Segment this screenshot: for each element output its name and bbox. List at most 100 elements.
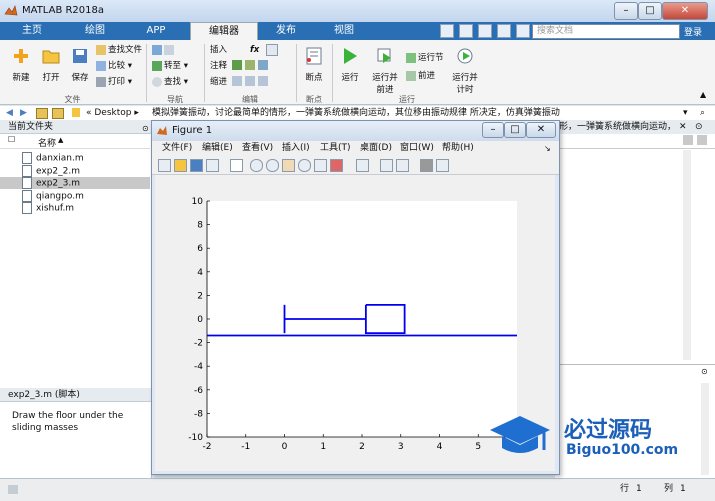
- command-options-icon[interactable]: ⊙: [701, 367, 708, 376]
- run-button[interactable]: 运行: [336, 46, 364, 83]
- link-plot-icon[interactable]: [356, 159, 369, 172]
- m-file-icon: [22, 202, 32, 214]
- menu-edit[interactable]: 编辑(E): [202, 141, 233, 156]
- new-figure-icon[interactable]: [158, 159, 171, 172]
- maximize-button[interactable]: □: [638, 2, 662, 20]
- function-icon[interactable]: [266, 44, 278, 56]
- file-row[interactable]: exp2_2.m: [0, 164, 150, 177]
- up-folder-icon[interactable]: [36, 108, 48, 119]
- save-figure-icon[interactable]: [190, 159, 203, 172]
- details-header: exp2_3.m (脚本): [0, 388, 151, 402]
- advance-button[interactable]: 前进: [406, 70, 435, 83]
- fx-button[interactable]: fx: [250, 44, 259, 57]
- paste-icon[interactable]: [496, 24, 511, 38]
- run-and-time-button[interactable]: 运行并 计时: [448, 46, 482, 95]
- figure-maximize-button[interactable]: □: [504, 122, 526, 138]
- editor-close-icon[interactable]: ✕: [679, 120, 687, 134]
- zoom-out-icon[interactable]: [266, 159, 279, 172]
- collapse-ribbon-icon[interactable]: ▲: [700, 90, 706, 99]
- colorbar-icon[interactable]: [380, 159, 393, 172]
- path-search-icon[interactable]: ⌕: [700, 106, 705, 120]
- menu-file[interactable]: 文件(F): [162, 141, 192, 156]
- decrease-indent-icon: [257, 76, 268, 86]
- figure-close-button[interactable]: ✕: [526, 122, 556, 138]
- y-tick-label: 4: [197, 268, 203, 278]
- path-dropdown-icon[interactable]: ▾: [683, 106, 688, 120]
- print-button[interactable]: 打印 ▾: [96, 76, 132, 89]
- menu-tools[interactable]: 工具(T): [320, 141, 351, 156]
- data-cursor-icon[interactable]: [314, 159, 327, 172]
- brush-icon[interactable]: [330, 159, 343, 172]
- search-input[interactable]: 搜索文档: [532, 24, 680, 39]
- find-button[interactable]: 查找 ▾: [152, 76, 188, 89]
- open-file-icon[interactable]: [174, 159, 187, 172]
- breakpoints-button[interactable]: 断点: [300, 46, 328, 83]
- back-arrow-icon[interactable]: ◀: [6, 106, 13, 120]
- menu-help[interactable]: 帮助(H): [442, 141, 474, 156]
- split-icon[interactable]: [697, 135, 707, 145]
- tab-editor[interactable]: 编辑器: [190, 22, 258, 41]
- file-row[interactable]: danxian.m: [0, 152, 150, 164]
- path-desktop[interactable]: « Desktop ▸: [86, 106, 139, 120]
- split-icon[interactable]: [683, 135, 693, 145]
- minimize-button[interactable]: –: [614, 2, 638, 20]
- name-column-header[interactable]: ☐ 名称 ▲: [0, 135, 150, 149]
- indent-tools[interactable]: [232, 76, 276, 86]
- show-tools-icon[interactable]: [436, 159, 449, 172]
- editor-ruler: [555, 134, 715, 149]
- hide-tools-icon[interactable]: [420, 159, 433, 172]
- y-tick-label: 10: [192, 197, 204, 207]
- file-row[interactable]: qiangpo.m: [0, 189, 150, 202]
- close-button[interactable]: ✕: [662, 2, 708, 20]
- pan-icon[interactable]: [282, 159, 295, 172]
- dock-icon[interactable]: ↘: [544, 141, 551, 156]
- print-figure-icon[interactable]: [206, 159, 219, 172]
- undo-icon[interactable]: [515, 24, 530, 38]
- comment-tools[interactable]: [232, 60, 276, 70]
- menu-insert[interactable]: 插入(I): [282, 141, 310, 156]
- signin-link[interactable]: 登录: [684, 25, 702, 38]
- forward-arrow-icon[interactable]: ▶: [20, 106, 27, 120]
- rotate-icon[interactable]: [298, 159, 311, 172]
- zoom-in-icon[interactable]: [250, 159, 263, 172]
- editor-scrollbar[interactable]: [683, 150, 691, 360]
- comment-button[interactable]: 注释: [210, 60, 227, 73]
- indent-button[interactable]: 缩进: [210, 76, 227, 89]
- edit-plot-icon[interactable]: [230, 159, 243, 172]
- save-button[interactable]: 保存: [66, 46, 94, 83]
- cut-icon[interactable]: [458, 24, 473, 38]
- tab-apps[interactable]: APP: [130, 22, 182, 40]
- run-advance-label-line1: 运行并: [372, 73, 398, 83]
- find-files-button[interactable]: 查找文件: [96, 44, 142, 57]
- save-icon[interactable]: [440, 24, 454, 38]
- insert-button[interactable]: 插入: [210, 44, 227, 57]
- back-forward-buttons[interactable]: [152, 44, 176, 57]
- new-icon: [14, 49, 28, 63]
- tab-publish[interactable]: 发布: [260, 22, 312, 40]
- compare-button[interactable]: 比较 ▾: [96, 60, 132, 73]
- editor-options-icon[interactable]: ⊙: [695, 120, 703, 134]
- tab-view[interactable]: 视图: [316, 22, 372, 40]
- file-row[interactable]: xishuf.m: [0, 202, 150, 214]
- file-row[interactable]: exp2_3.m: [0, 177, 150, 189]
- open-button[interactable]: 打开: [36, 46, 66, 83]
- copy-icon[interactable]: [477, 24, 492, 38]
- editor-tab-title[interactable]: 形，一弹簧系统做横向运动，: [559, 122, 676, 132]
- panel-options-icon[interactable]: ⊙: [142, 124, 149, 133]
- run-section-label: 运行节: [418, 53, 444, 63]
- tab-home[interactable]: 主页: [4, 22, 60, 40]
- menu-desktop[interactable]: 桌面(D): [360, 141, 392, 156]
- y-tick-label: -2: [194, 339, 203, 349]
- goto-button[interactable]: 转至 ▾: [152, 60, 188, 73]
- run-and-advance-button[interactable]: 运行并 前进: [368, 46, 402, 95]
- new-button[interactable]: 新建: [6, 46, 36, 83]
- legend-icon[interactable]: [396, 159, 409, 172]
- tab-plots[interactable]: 绘图: [64, 22, 126, 40]
- path-segment[interactable]: 模拟弹簧振动，讨论最简单的情形，一弹簧系统做横向运动，其位移由振动规律 所决定，…: [152, 106, 560, 120]
- figure-minimize-button[interactable]: –: [482, 122, 504, 138]
- browse-folder-icon[interactable]: [52, 108, 64, 119]
- run-section-button[interactable]: 运行节: [406, 52, 444, 65]
- y-tick-label: 8: [197, 221, 203, 231]
- menu-view[interactable]: 查看(V): [242, 141, 273, 156]
- menu-window[interactable]: 窗口(W): [400, 141, 434, 156]
